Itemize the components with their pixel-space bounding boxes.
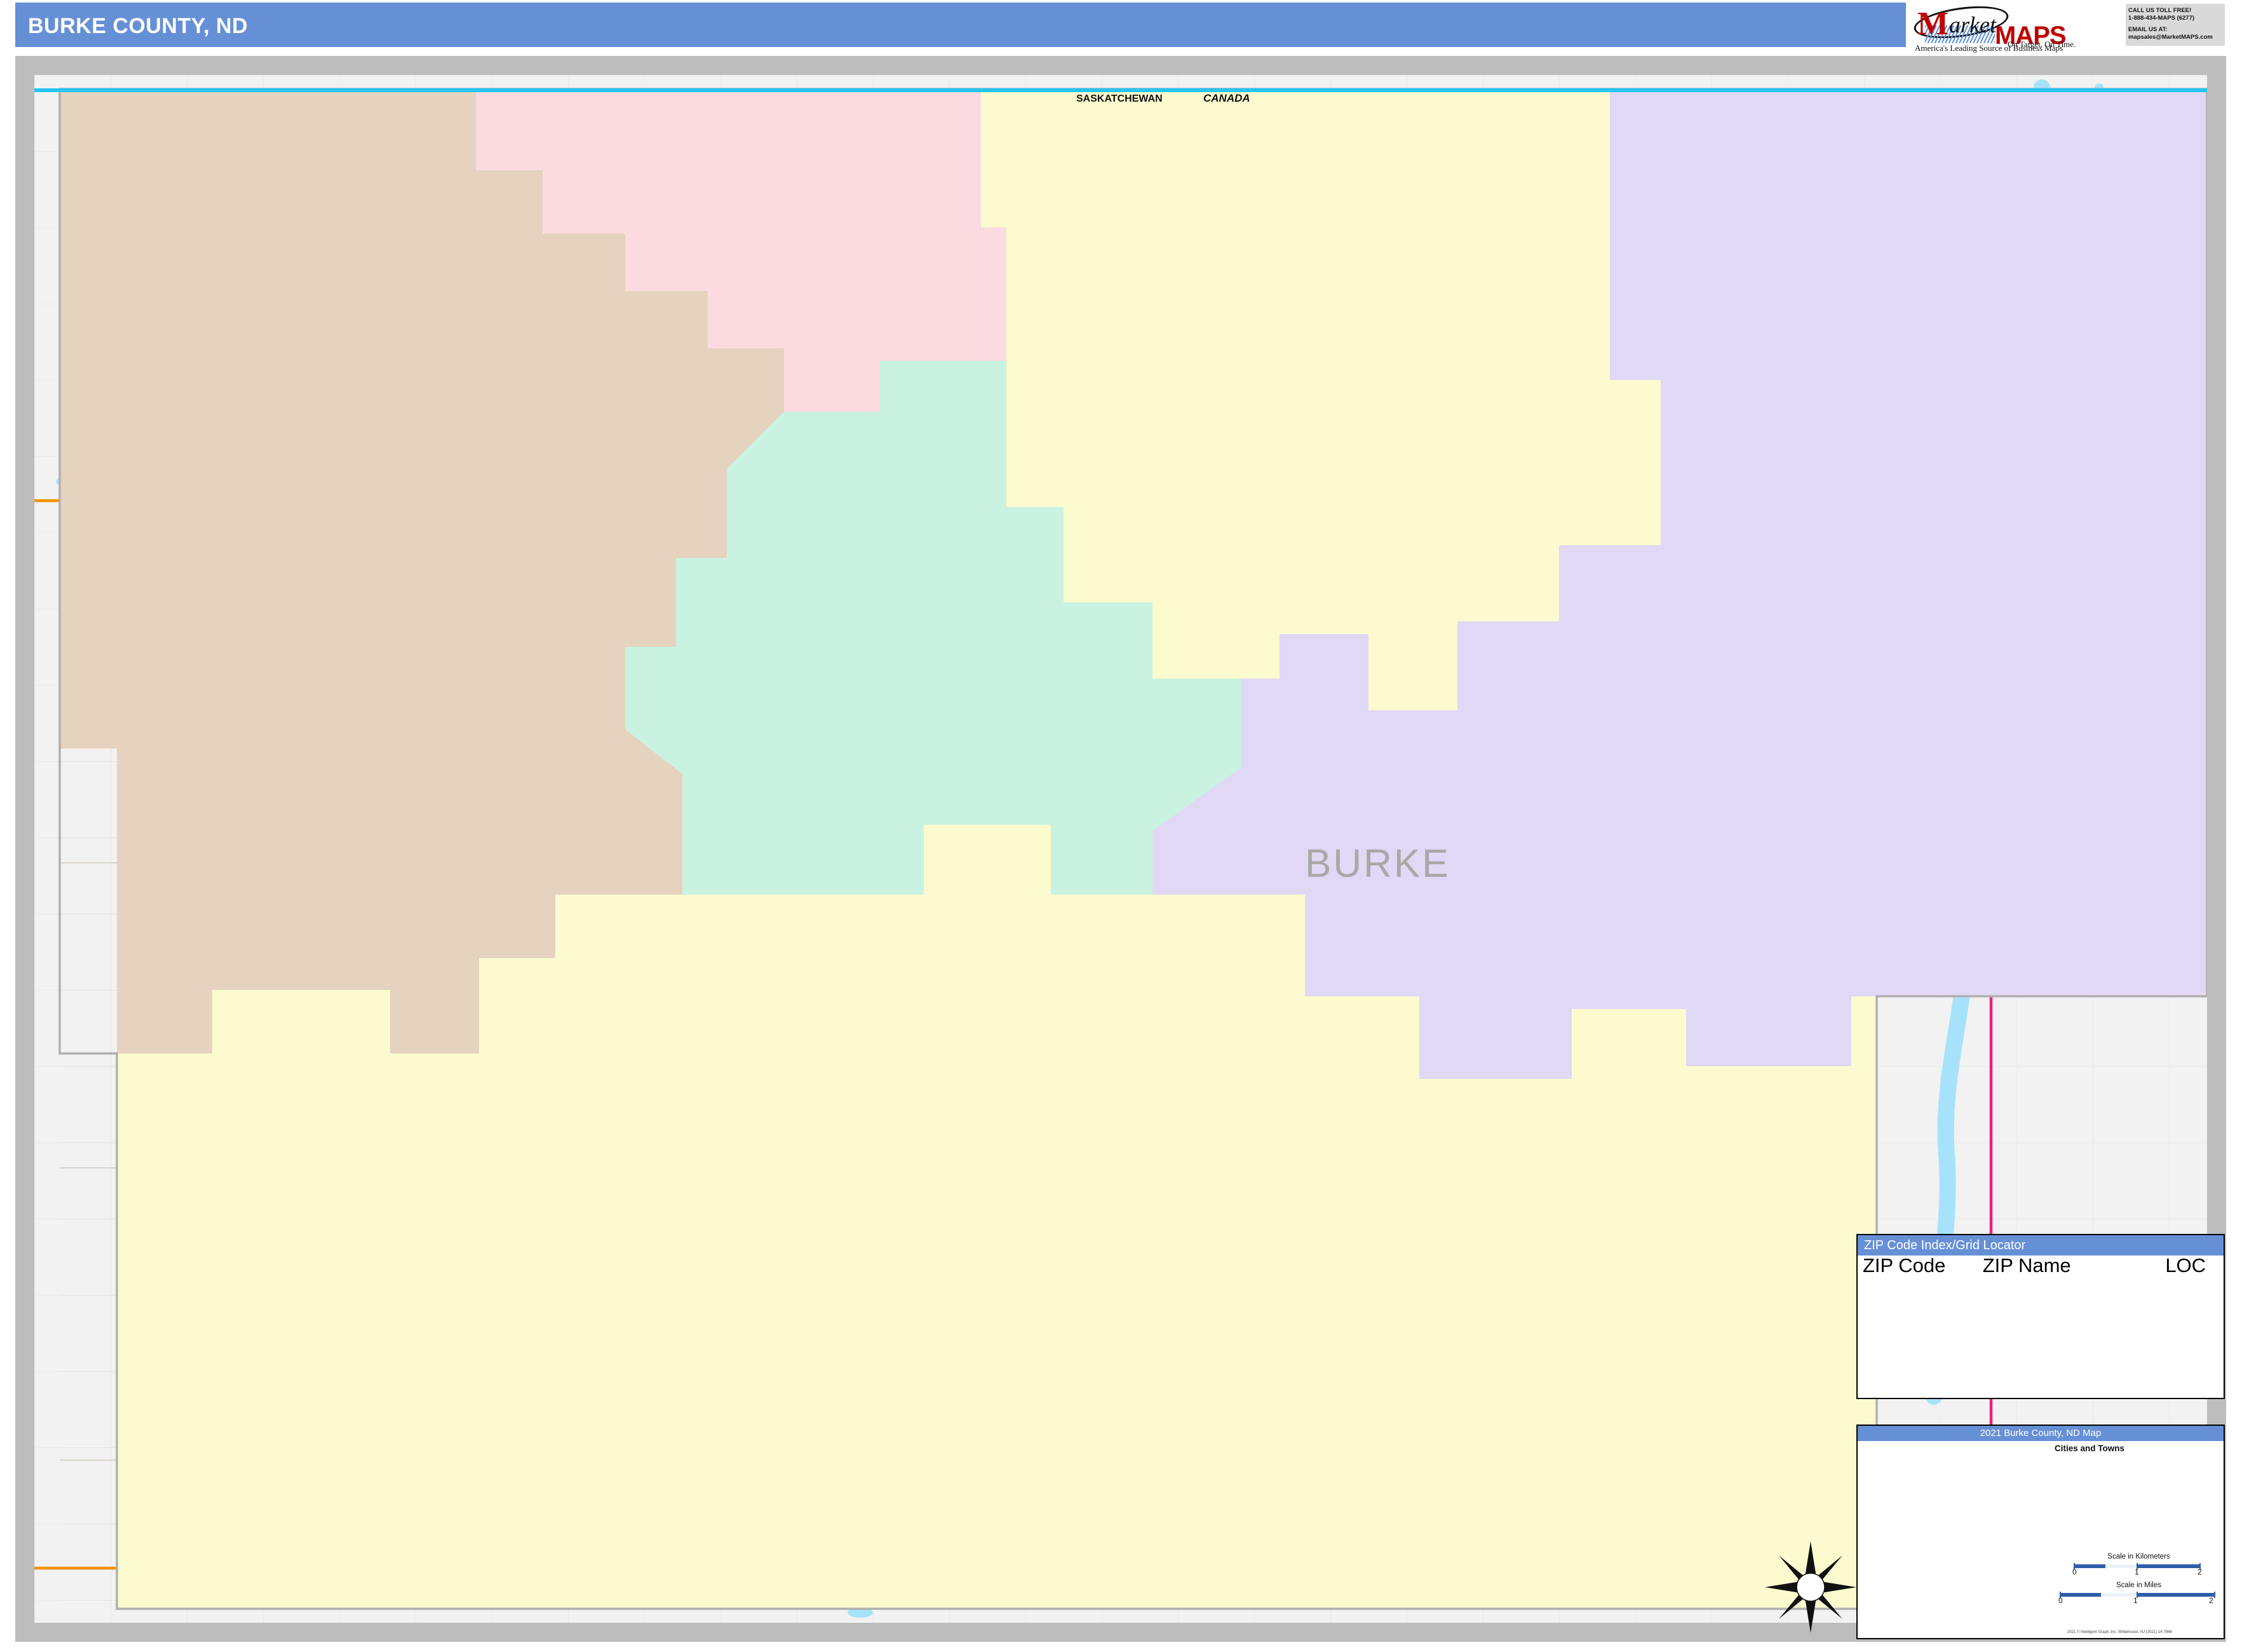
- contact-phone: 1-888-434-MAPS (6277): [2128, 14, 2195, 22]
- grid-band-right: [2207, 56, 2226, 1642]
- grid-band-left: [15, 56, 34, 1642]
- scale-mi-title: Scale in Miles: [2116, 1581, 2161, 1589]
- contact-email-label: EMAIL US AT:: [2128, 25, 2168, 33]
- zip-index-panel: ZIP Code Index/Grid Locator ZIP Code ZIP…: [1856, 1234, 2225, 1399]
- col-header-loc: LOC: [2165, 1254, 2206, 1276]
- scale-kilometers: Scale in Kilometers 0 1 2: [2055, 1553, 2223, 1576]
- grid-band-top: [15, 56, 2226, 75]
- legend-cities-column: Cities and Towns: [2048, 1444, 2221, 1458]
- scale-miles: Scale in Miles 0 1 2: [2055, 1581, 2223, 1605]
- table-header-row: ZIP Code ZIP Name LOC: [1858, 1256, 2224, 1275]
- legend-cities-heading: Cities and Towns: [2055, 1444, 2125, 1453]
- map-page: BURKE COUNTY, ND 2021 ZIP Code ColorCast…: [0, 0, 2242, 1652]
- scale-mi-bar: [2055, 1590, 2223, 1598]
- logo-word-arket: arket: [1949, 12, 1996, 37]
- logo-mark: M arket MAPS On Target. On Time. America…: [1912, 1, 2122, 53]
- logo-letter-m: M: [1917, 6, 1949, 42]
- logo-contact-block: CALL US TOLL FREE! 1-888-434-MAPS (6277)…: [2126, 4, 2225, 46]
- logo-tagline-bottom: America's Leading Source of Business Map…: [1915, 43, 2063, 53]
- page-title: BURKE COUNTY, ND: [28, 14, 248, 38]
- scale-bars: Scale in Kilometers 0 1 2 Scale in Miles…: [2055, 1553, 2223, 1605]
- contact-call-label: CALL US TOLL FREE!: [2128, 7, 2192, 14]
- header-band: [15, 3, 1906, 47]
- international-country-label: CANADA: [1203, 92, 1250, 104]
- zip-index-title: ZIP Code Index/Grid Locator: [1858, 1235, 2224, 1256]
- international-state-label: SASKATCHEWAN: [1076, 93, 1163, 104]
- copyright-notice: 2021 © Intelligent Graph, Inc. Whitehous…: [2067, 1630, 2172, 1634]
- marketmaps-logo: M arket MAPS On Target. On Time. America…: [1912, 1, 2230, 53]
- legend-panel: 2021 Burke County, ND Map Cities and Tow…: [1856, 1425, 2225, 1639]
- col-header-name: ZIP Name: [1982, 1254, 2071, 1276]
- scale-mi-ticks: 0 1 2: [2058, 1596, 2213, 1605]
- compass-rose: [1753, 1530, 1868, 1644]
- page-header: BURKE COUNTY, ND 2021 ZIP Code ColorCast…: [0, 0, 2242, 53]
- map-frame: SASKATCHEWAN CANADA BURKE: [15, 56, 2226, 1642]
- col-header-zip: ZIP Code: [1863, 1254, 1946, 1276]
- zip-index-table: ZIP Code ZIP Name LOC: [1858, 1256, 2224, 1275]
- compass-star-icon: [1765, 1541, 1856, 1633]
- contact-email: mapsales@MarketMAPS.com: [2128, 33, 2213, 41]
- legend-title: 2021 Burke County, ND Map: [1858, 1426, 2224, 1441]
- scale-km-title: Scale in Kilometers: [2107, 1553, 2170, 1561]
- scale-km-ticks: 0 1 2: [2072, 1567, 2202, 1576]
- county-name-label: BURKE: [1305, 842, 1450, 886]
- scale-km-bar: [2055, 1561, 2223, 1569]
